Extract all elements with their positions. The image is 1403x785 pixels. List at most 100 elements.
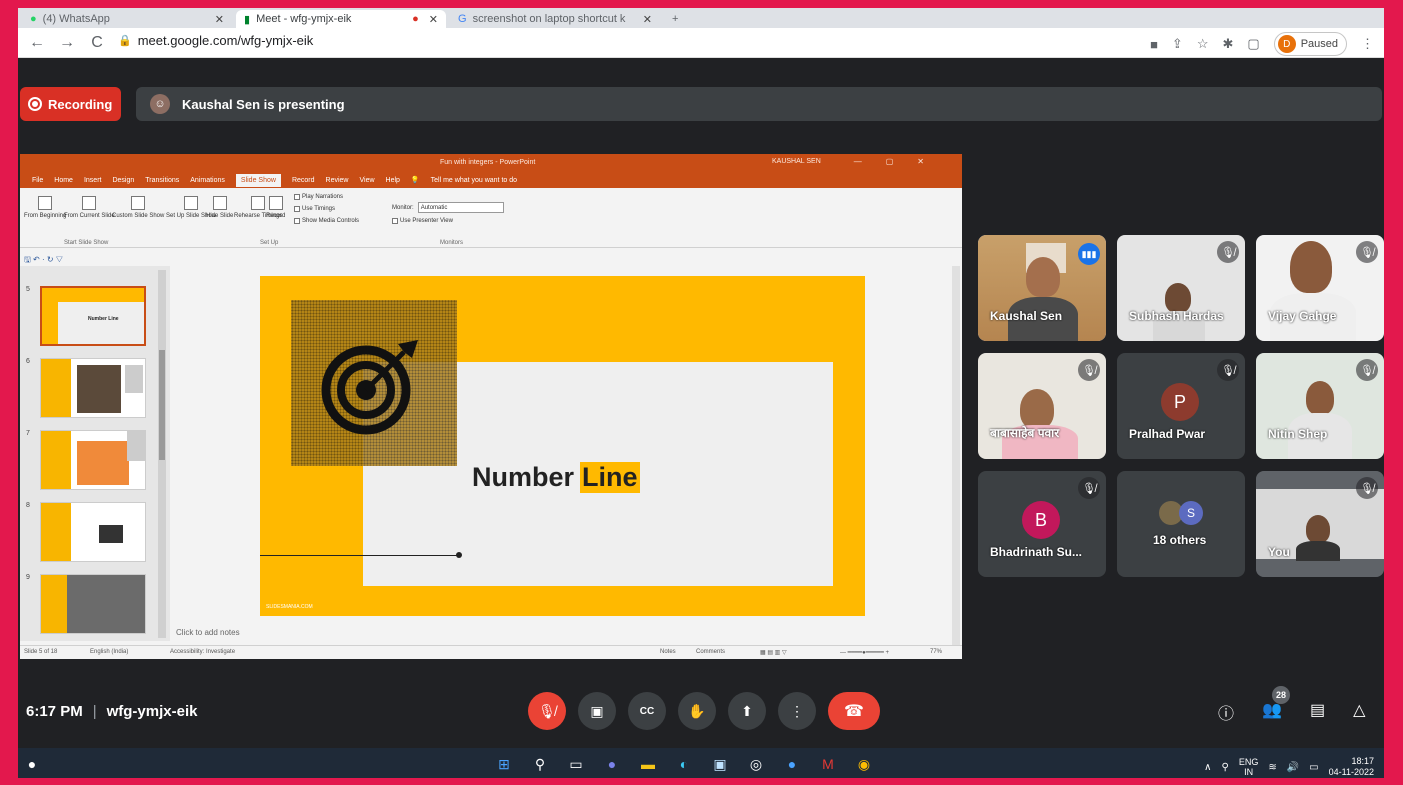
profile-button[interactable]: D Paused <box>1273 32 1347 56</box>
custom-show-button[interactable]: Custom Slide Show <box>112 196 164 220</box>
scroll-thumb[interactable] <box>159 350 165 460</box>
close-tab-icon[interactable]: ✕ <box>429 13 438 26</box>
system-clock[interactable]: 18:17 04-11-2022 <box>1329 756 1374 778</box>
ppt-tab-review[interactable]: Review <box>326 177 349 184</box>
thumbnail-scrollbar[interactable] <box>158 270 166 638</box>
show-media-checkbox[interactable]: Show Media Controls <box>294 218 359 224</box>
presenter-view-checkbox[interactable]: Use Presenter View <box>392 218 453 224</box>
raise-hand-button[interactable]: ✋ <box>678 692 716 730</box>
chrome-icon[interactable]: ◉ <box>854 754 874 774</box>
app-icon[interactable]: ● <box>782 754 802 774</box>
camera-toggle-button[interactable]: ▣ <box>578 692 616 730</box>
slide-thumbnail-6[interactable] <box>40 358 146 418</box>
wifi-icon[interactable]: ≋ <box>1268 762 1276 773</box>
participant-tile-others[interactable]: S 18 others <box>1117 471 1245 577</box>
teams-icon[interactable]: ● <box>602 754 622 774</box>
side-panel-icon[interactable]: ▢ <box>1247 36 1259 52</box>
mcafee-icon[interactable]: M <box>818 754 838 774</box>
volume-icon[interactable]: 🔊 <box>1287 762 1299 773</box>
windows-start-icon[interactable]: ⊞ <box>494 754 514 774</box>
ppt-tab-home[interactable]: Home <box>54 177 73 184</box>
ppt-tab-design[interactable]: Design <box>112 177 134 184</box>
store-icon[interactable]: ▣ <box>710 754 730 774</box>
info-icon[interactable]: ⓘ <box>1218 700 1234 724</box>
battery-icon[interactable]: ▭ <box>1309 762 1318 773</box>
zoom-level[interactable]: 77% <box>930 649 942 655</box>
ppt-tab-file[interactable]: File <box>32 177 43 184</box>
slide-thumbnail-7[interactable] <box>40 430 146 490</box>
more-vert-icon: ⋮ <box>790 702 804 719</box>
mic-toggle-button[interactable]: 🎙︎̸ <box>528 692 566 730</box>
tab-whatsapp[interactable]: ● (4) WhatsApp ✕ <box>22 10 232 28</box>
edge-icon[interactable]: ◐ <box>674 754 694 774</box>
participant-tile-vijay[interactable]: 🎙︎̸ Vijay Gahge <box>1256 235 1384 341</box>
file-explorer-icon[interactable]: ▬ <box>638 754 658 774</box>
people-icon[interactable]: 👥 <box>1262 700 1282 724</box>
tell-me-search[interactable]: Tell me what you want to do <box>431 177 517 184</box>
participant-tile-babasaheb[interactable]: 🎙︎̸ बाबासाहेब पवार <box>978 353 1106 459</box>
url-field[interactable]: 🔒 meet.google.com/wfg-ymjx-eik <box>118 33 313 48</box>
monitor-select[interactable]: Monitor: Automatic <box>392 202 504 213</box>
leave-call-button[interactable]: ☎ <box>828 692 880 730</box>
close-tab-icon[interactable]: ✕ <box>215 13 224 26</box>
slide-thumbnail-9[interactable] <box>40 574 146 634</box>
ppt-tab-record[interactable]: Record <box>292 177 315 184</box>
slide-title: Number Line <box>472 462 640 493</box>
ppt-tab-insert[interactable]: Insert <box>84 177 102 184</box>
tab-google-search[interactable]: G screenshot on laptop shortcut k ✕ <box>450 10 660 28</box>
use-timings-checkbox[interactable]: Use Timings <box>294 206 335 212</box>
ppt-tab-help[interactable]: Help <box>386 177 400 184</box>
activities-icon[interactable]: △ <box>1353 700 1365 724</box>
forward-icon[interactable]: → <box>56 34 78 52</box>
language-indicator[interactable]: ENG IN <box>1239 757 1259 777</box>
present-screen-button[interactable]: ⬆ <box>728 692 766 730</box>
task-view-icon[interactable]: ▭ <box>566 754 586 774</box>
bookmark-star-icon[interactable]: ☆ <box>1197 36 1209 52</box>
slide-scrollbar[interactable] <box>952 266 960 646</box>
status-comments-button[interactable]: Comments <box>696 649 725 655</box>
new-tab-button[interactable]: + <box>664 10 688 28</box>
from-beginning-button[interactable]: From Beginning <box>24 196 66 220</box>
share-icon[interactable]: ⇪ <box>1172 36 1183 52</box>
camera-icon[interactable]: ■ <box>1150 37 1158 52</box>
ppt-tab-animations[interactable]: Animations <box>190 177 225 184</box>
record-button[interactable]: Record <box>266 196 285 220</box>
reload-icon[interactable]: C <box>86 34 108 52</box>
ppt-tab-transitions[interactable]: Transitions <box>145 177 179 184</box>
extensions-icon[interactable]: ✱ <box>1222 36 1233 52</box>
custom-show-icon <box>131 196 146 210</box>
participant-tile-you[interactable]: 🎙︎̸ You <box>1256 471 1384 577</box>
participant-tile-subhash[interactable]: 🎙︎̸ Subhash Hardas <box>1117 235 1245 341</box>
ppt-tab-view[interactable]: View <box>359 177 374 184</box>
recording-indicator[interactable]: Recording <box>20 87 121 121</box>
slide-thumbnail-5[interactable]: Number Line <box>40 286 146 346</box>
chevron-up-icon[interactable]: ∧ <box>1204 762 1211 773</box>
from-current-button[interactable]: From Current Slide <box>64 196 115 220</box>
chat-icon[interactable]: ▤ <box>1310 700 1325 724</box>
ppt-tab-slide-show[interactable]: Slide Show <box>235 173 281 187</box>
current-slide[interactable]: Number Line SLIDESMANIA.COM <box>260 276 865 616</box>
kebab-menu-icon[interactable]: ⋮ <box>1361 36 1374 52</box>
call-controls: 🎙︎̸ ▣ CC ✋ ⬆ ⋮ ☎ <box>528 692 880 730</box>
play-narrations-checkbox[interactable]: Play Narrations <box>294 194 343 200</box>
hide-slide-button[interactable]: Hide Slide <box>206 196 233 220</box>
slide-thumbnail-8[interactable] <box>40 502 146 562</box>
tab-meet[interactable]: ▮ Meet - wfg-ymjx-eik ● ✕ <box>236 10 446 28</box>
close-tab-icon[interactable]: ✕ <box>643 13 652 26</box>
participant-tile-nitin[interactable]: 🎙︎̸ Nitin Shep <box>1256 353 1384 459</box>
more-options-button[interactable]: ⋮ <box>778 692 816 730</box>
zoom-slider[interactable]: — ━━━━●━━━━━ + <box>840 649 889 656</box>
notes-placeholder[interactable]: Click to add notes <box>176 628 240 637</box>
back-icon[interactable]: ← <box>26 34 48 52</box>
captions-button[interactable]: CC <box>628 692 666 730</box>
status-language[interactable]: English (India) <box>90 649 128 655</box>
view-buttons-icon[interactable]: ▦ ▤ ▥ ▽ <box>760 649 787 656</box>
search-icon[interactable]: ⚲ <box>530 754 550 774</box>
status-accessibility[interactable]: Accessibility: Investigate <box>170 649 235 655</box>
status-notes-button[interactable]: Notes <box>660 649 676 655</box>
participant-tile-pralhad[interactable]: P 🎙︎̸ Pralhad Pwar <box>1117 353 1245 459</box>
weather-icon[interactable]: ● <box>22 754 42 774</box>
app-icon[interactable]: ◎ <box>746 754 766 774</box>
participant-tile-bhadrinath[interactable]: B 🎙︎̸ Bhadrinath Su... <box>978 471 1106 577</box>
participant-tile-kaushal[interactable]: ▮▮▮ Kaushal Sen <box>978 235 1106 341</box>
